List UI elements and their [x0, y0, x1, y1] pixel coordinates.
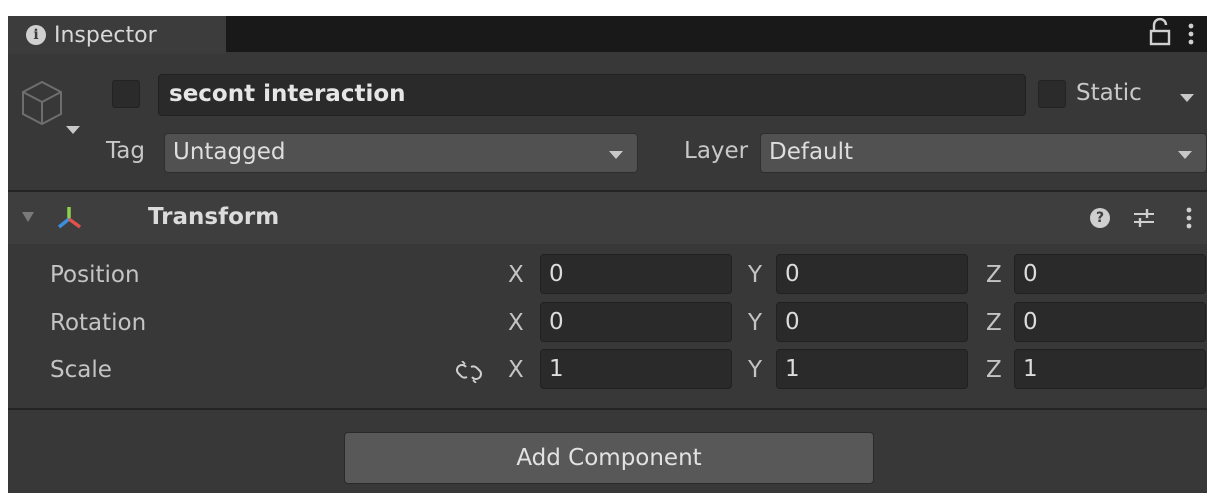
cube-icon [22, 80, 62, 126]
axis-z-label[interactable]: Z [986, 262, 1002, 288]
unlink-scale-icon[interactable] [454, 361, 484, 383]
position-x-field[interactable]: 0 [540, 254, 732, 294]
tab-bar: i Inspector [8, 16, 1207, 54]
layer-dropdown[interactable]: Default [760, 133, 1207, 173]
axis-x-label[interactable]: X [508, 310, 524, 336]
rotation-label: Rotation [50, 310, 147, 336]
add-component-button[interactable]: Add Component [344, 432, 874, 484]
scale-z-field[interactable]: 1 [1014, 349, 1206, 389]
chevron-down-icon [1178, 151, 1192, 159]
tab-inspector[interactable]: i Inspector [8, 16, 226, 54]
static-label: Static [1076, 80, 1142, 106]
axis-x-label[interactable]: X [508, 357, 524, 383]
inspector-panel: i Inspector secont interaction Static Ta… [8, 16, 1207, 493]
tag-dropdown[interactable]: Untagged [164, 133, 638, 173]
kebab-menu-icon[interactable] [1184, 20, 1198, 48]
rotation-x-field[interactable]: 0 [540, 302, 732, 342]
object-name-field[interactable]: secont interaction [158, 74, 1026, 116]
rotation-y-field[interactable]: 0 [776, 302, 968, 342]
scale-label: Scale [50, 357, 112, 383]
info-icon: i [26, 25, 46, 45]
axis-y-label[interactable]: Y [748, 262, 762, 288]
axis-z-label[interactable]: Z [986, 357, 1002, 383]
position-y-field[interactable]: 0 [776, 254, 968, 294]
component-title: Transform [148, 204, 280, 230]
foldout-arrow-icon[interactable] [22, 212, 34, 222]
lock-icon[interactable] [1148, 18, 1172, 48]
position-label: Position [50, 262, 140, 288]
layer-label: Layer [684, 138, 749, 164]
static-dropdown-arrow[interactable] [1180, 94, 1194, 102]
scale-x-field[interactable]: 1 [540, 349, 732, 389]
chevron-down-icon [609, 151, 623, 159]
axis-y-label[interactable]: Y [748, 357, 762, 383]
position-z-field[interactable]: 0 [1014, 254, 1206, 294]
axis-x-label[interactable]: X [508, 262, 524, 288]
active-checkbox[interactable] [112, 80, 140, 108]
scale-y-field[interactable]: 1 [776, 349, 968, 389]
kebab-menu-icon[interactable] [1182, 204, 1196, 232]
layer-value: Default [769, 139, 854, 165]
help-icon[interactable]: ? [1090, 208, 1110, 228]
transform-axis-icon [57, 207, 82, 229]
static-checkbox[interactable] [1038, 80, 1066, 108]
tab-inspector-label: Inspector [54, 22, 157, 48]
axis-z-label[interactable]: Z [986, 310, 1002, 336]
presets-icon[interactable] [1131, 206, 1157, 230]
axis-y-label[interactable]: Y [748, 310, 762, 336]
divider [8, 408, 1207, 410]
rotation-z-field[interactable]: 0 [1014, 302, 1206, 342]
icon-dropdown-arrow[interactable] [66, 126, 80, 134]
tag-value: Untagged [173, 139, 286, 165]
transform-header[interactable]: Transform ? [8, 192, 1207, 244]
tag-label: Tag [106, 138, 145, 164]
